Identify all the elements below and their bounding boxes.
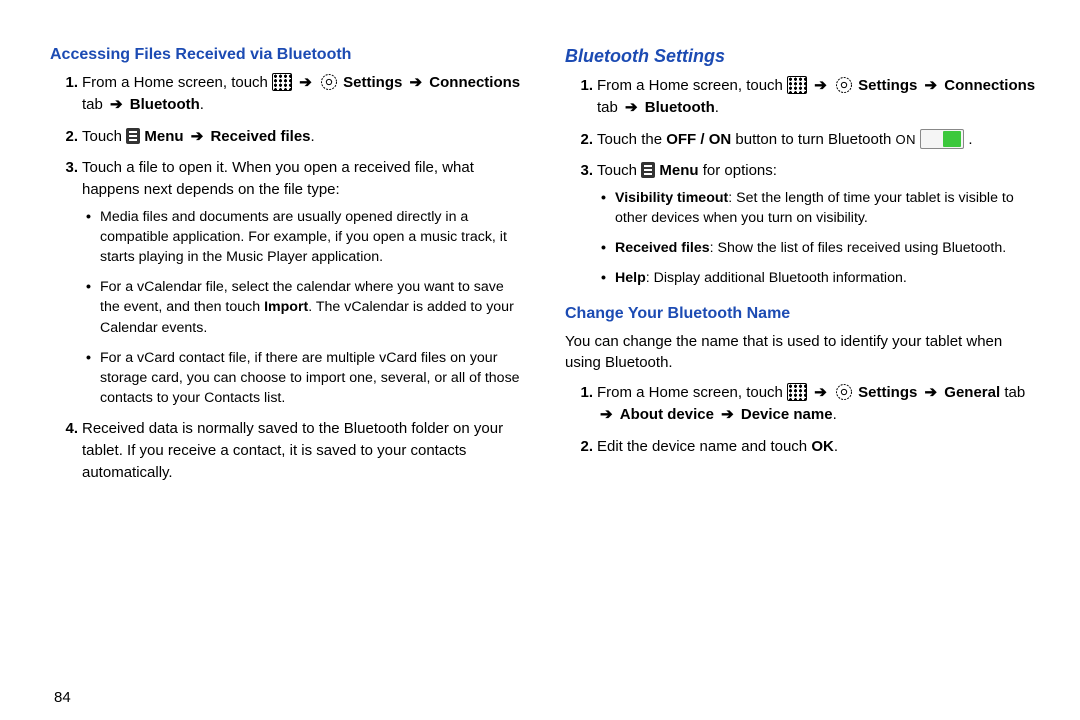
- arrow-icon: ➔: [925, 382, 938, 404]
- heading-change-bt-name: Change Your Bluetooth Name: [565, 305, 1040, 323]
- left-step-3: 3. Touch a file to open it. When you ope…: [82, 157, 525, 408]
- bullet-received: Received files: Show the list of files r…: [615, 238, 1040, 258]
- left-step-4: 4. Received data is normally saved to th…: [82, 418, 525, 483]
- apps-icon: [787, 383, 807, 401]
- bullet-media: Media files and documents are usually op…: [100, 207, 525, 267]
- arrow-icon: ➔: [925, 75, 938, 97]
- apps-icon: [787, 76, 807, 94]
- apps-icon: [272, 73, 292, 91]
- gear-icon: [834, 382, 854, 402]
- right-bullets: Visibility timeout: Set the length of ti…: [597, 188, 1040, 289]
- bullet-vcalendar: For a vCalendar file, select the calenda…: [100, 277, 525, 337]
- arrow-icon: ➔: [721, 404, 734, 426]
- right-steps-change-name: 1. From a Home screen, touch ➔ Settings …: [565, 382, 1040, 467]
- right-column: Bluetooth Settings 1. From a Home screen…: [565, 40, 1040, 710]
- bullet-visibility: Visibility timeout: Set the length of ti…: [615, 188, 1040, 228]
- left-step-1: 1. From a Home screen, touch ➔ Settings …: [82, 72, 525, 116]
- left-bullets: Media files and documents are usually op…: [82, 207, 525, 408]
- left-steps: 1. From a Home screen, touch ➔ Settings …: [50, 72, 525, 493]
- right-steps-bt-settings: 1. From a Home screen, touch ➔ Settings …: [565, 75, 1040, 299]
- arrow-icon: ➔: [814, 382, 827, 404]
- menu-icon: [641, 162, 655, 178]
- change-step-2: 2. Edit the device name and touch OK.: [597, 436, 1040, 458]
- arrow-icon: ➔: [600, 404, 613, 426]
- heading-accessing-files: Accessing Files Received via Bluetooth: [50, 46, 525, 64]
- arrow-icon: ➔: [625, 97, 638, 119]
- arrow-icon: ➔: [299, 72, 312, 94]
- manual-page: Accessing Files Received via Bluetooth 1…: [0, 0, 1080, 720]
- change-step-1: 1. From a Home screen, touch ➔ Settings …: [597, 382, 1040, 426]
- left-column: Accessing Files Received via Bluetooth 1…: [50, 40, 525, 710]
- right-step-2: 2. Touch the OFF / ON button to turn Blu…: [597, 129, 1040, 151]
- change-name-intro: You can change the name that is used to …: [565, 331, 1040, 375]
- bullet-vcard: For a vCard contact file, if there are m…: [100, 348, 525, 408]
- gear-icon: [319, 72, 339, 92]
- page-number: 84: [50, 689, 525, 710]
- arrow-icon: ➔: [191, 126, 204, 148]
- right-step-1: 1. From a Home screen, touch ➔ Settings …: [597, 75, 1040, 119]
- bullet-help: Help: Display additional Bluetooth infor…: [615, 268, 1040, 288]
- right-step-3: 3. Touch Menu for options: Visibility ti…: [597, 160, 1040, 288]
- arrow-icon: ➔: [814, 75, 827, 97]
- menu-icon: [126, 128, 140, 144]
- left-step-2: 2. Touch Menu ➔ Received files.: [82, 126, 525, 148]
- arrow-icon: ➔: [110, 94, 123, 116]
- heading-bluetooth-settings: Bluetooth Settings: [565, 46, 1040, 67]
- arrow-icon: ➔: [410, 72, 423, 94]
- gear-icon: [834, 75, 854, 95]
- toggle-on-icon: [920, 129, 964, 149]
